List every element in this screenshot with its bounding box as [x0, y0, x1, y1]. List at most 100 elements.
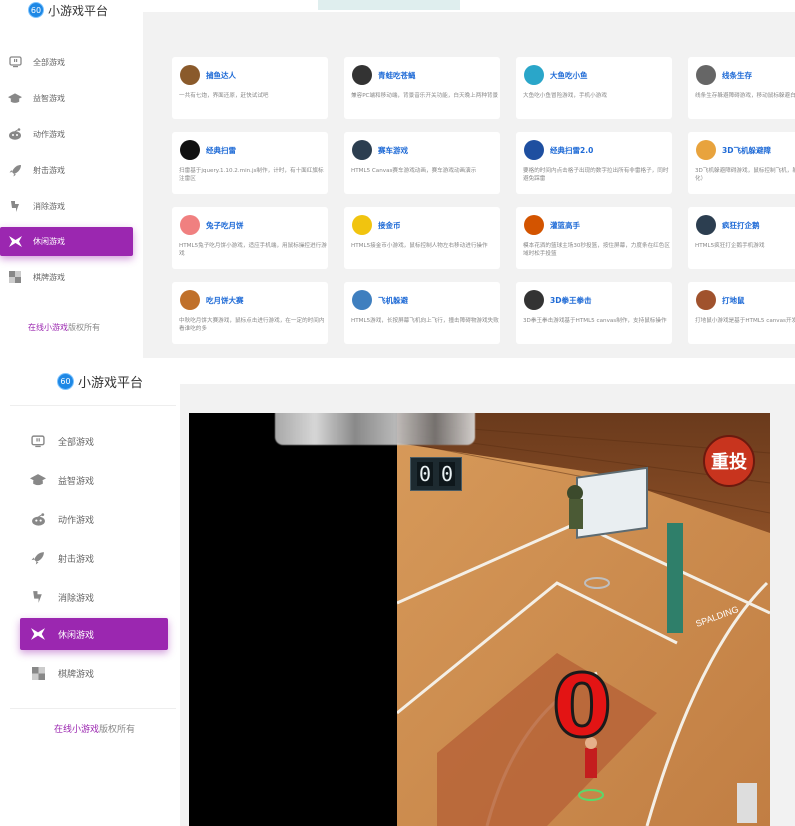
game-card[interactable]: 飞机躲避 HTML5游戏，长按屏幕飞机向上飞行，撞击障碍物游戏失败 — [344, 282, 500, 344]
game-card-title[interactable]: 线条生存 — [722, 70, 752, 81]
sidebar-item-action[interactable]: 动作游戏 — [0, 120, 133, 148]
scoreboard: 0 0 — [410, 457, 462, 491]
sidebar-item-cards[interactable]: 棋牌游戏 — [0, 263, 133, 291]
game-card[interactable]: 赛车游戏 HTML5 Canvas赛车游戏动画，赛车游戏动画演示 — [344, 132, 500, 194]
sidebar-item-label: 消除游戏 — [58, 593, 95, 604]
tv-icon — [30, 433, 46, 449]
game-canvas[interactable]: SPALDING 0 0 重投 0 — [189, 413, 770, 826]
game-card-title[interactable]: 接金币 — [378, 220, 401, 231]
sidebar-item-label: 棋牌游戏 — [33, 272, 65, 282]
rocket-icon — [30, 550, 46, 566]
game-card[interactable]: 捕鱼达人 一共有七炮，界面还原，赶快试试吧 — [172, 57, 328, 119]
game-card[interactable]: 疯狂打企鹅 HTML5疯狂打企鹅手机游戏 — [688, 207, 795, 269]
copyright: 在线小游戏版权所有 — [28, 322, 100, 333]
game-card-desc: HTML5接金币小游戏，鼠标控制人物左右移动进行操作 — [351, 243, 488, 249]
game-card[interactable]: 吃月饼大赛 中秋吃月饼大赛游戏，鼠标点击进行游戏，在一定的时间内看谁吃的多 — [172, 282, 328, 344]
site-logo[interactable]: 60 小游戏平台 — [28, 0, 108, 20]
game-card[interactable]: 接金币 HTML5接金币小游戏，鼠标控制人物左右移动进行操作 — [344, 207, 500, 269]
sidebar-item-shooting[interactable]: 射击游戏 — [20, 542, 168, 574]
game-card-desc: 线条生存躲避障碍游戏，移动鼠标躲避白点，获得积分 — [695, 93, 795, 99]
sidebar-item-label: 射击游戏 — [33, 165, 65, 175]
mole-icon — [696, 290, 716, 310]
site-name: 小游戏平台 — [78, 376, 144, 391]
rabbit-icon — [180, 215, 200, 235]
site-logo[interactable]: 60 小游戏平台 — [57, 372, 143, 391]
mooncake-icon — [180, 290, 200, 310]
game-card-title[interactable]: 大鱼吃小鱼 — [550, 70, 588, 81]
penguin-icon — [696, 215, 716, 235]
game-card[interactable]: 3D拳王拳击 3D拳王拳击游戏基于HTML5 canvas制作，支持鼠标操作 — [516, 282, 672, 344]
copyright-link[interactable]: 在线小游戏 — [28, 323, 68, 332]
car-icon — [352, 140, 372, 160]
logo-icon: 60 — [28, 2, 44, 18]
sidebar-item-casual[interactable]: 休闲游戏 — [20, 618, 168, 650]
game-card-desc: HTML5疯狂打企鹅手机游戏 — [695, 243, 765, 249]
bolt-icon — [8, 199, 22, 213]
game-card-title[interactable]: 灌篮高手 — [550, 220, 580, 231]
copyright-text: 版权所有 — [99, 725, 136, 735]
coin-icon — [352, 215, 372, 235]
sidebar-item-label: 棋牌游戏 — [58, 669, 95, 680]
game-card[interactable]: 灌篮高手 模本花洒的篮球主场30秒投篮，按住屏幕，力度条在红色区域时松手投篮 — [516, 207, 672, 269]
game-card-desc: 要格的时间内点击格子出现的数字拉出所有非雷格子，同时避免踩雷 — [523, 168, 669, 182]
sidebar-item-all[interactable]: 全部游戏 — [20, 425, 168, 457]
game-card[interactable]: 打地鼠打地鼠小游戏是基于HTML5 canvas开发的小游戏 — [688, 282, 795, 344]
score-digit: 0 — [439, 462, 456, 486]
game-card-title[interactable]: 青蛙吃苍蝇 — [378, 70, 416, 81]
sidebar-item-shooting[interactable]: 射击游戏 — [0, 156, 133, 184]
sidebar-item-label: 动作游戏 — [58, 515, 95, 526]
game-card-title[interactable]: 飞机躲避 — [378, 295, 408, 306]
game-card[interactable]: 线条生存线条生存躲避障碍游戏，移动鼠标躲避白点，获得积分 — [688, 57, 795, 119]
sidebar-item-casual[interactable]: 休闲游戏 — [0, 227, 133, 256]
game-play-screen: 60 小游戏平台 全部游戏 益智游戏 动作游戏 射击游戏 消除游戏 休闲游戏 棋… — [0, 358, 795, 826]
sidebar-item-match[interactable]: 消除游戏 — [20, 581, 168, 613]
shot-score: 0 — [551, 657, 614, 757]
game-card-title[interactable]: 疯狂打企鹅 — [722, 220, 760, 231]
game-card-desc: 兼容PC端和移动端，背景音乐开关功能，白天晚上两种背景 — [351, 93, 499, 99]
game-card-desc: 3D飞机躲避障碍游戏，鼠标控制飞机，躲避障碍（小型玩化） — [695, 168, 795, 182]
game-card-desc: 扫雷基于jquery.1.10.2.min.js制作，计时，有十面红旗标注雷区 — [179, 168, 324, 182]
score-digit: 0 — [416, 462, 433, 486]
game-card-title[interactable]: 赛车游戏 — [378, 145, 408, 156]
boxer-icon — [524, 290, 544, 310]
sidebar-item-all[interactable]: 全部游戏 — [0, 48, 133, 76]
game-card[interactable]: 兔子吃月饼 HTML5兔子吃月饼小游戏，适应手机端，用鼠标操控进行游戏 — [172, 207, 328, 269]
copyright: 在线小游戏版权所有 — [54, 722, 135, 735]
copyright-link[interactable]: 在线小游戏 — [54, 725, 99, 735]
sidebar-item-puzzle[interactable]: 益智游戏 — [0, 84, 133, 112]
game-card-title[interactable]: 3D拳王拳击 — [550, 295, 591, 306]
replay-button[interactable]: 重投 — [703, 435, 755, 487]
game-card[interactable]: 3D飞机躲避障 3D飞机躲避障碍游戏，鼠标控制飞机，躲避障碍（小型玩化） — [688, 132, 795, 194]
game-card-title[interactable]: 经典扫雷 — [206, 145, 236, 156]
game-card[interactable]: 大鱼吃小鱼 大鱼吃小鱼冒险游戏，手机小游戏 — [516, 57, 672, 119]
sidebar-item-action[interactable]: 动作游戏 — [20, 503, 168, 535]
game-card-title[interactable]: 吃月饼大赛 — [206, 295, 244, 306]
frog-icon — [352, 65, 372, 85]
sidebar-item-cards[interactable]: 棋牌游戏 — [20, 657, 168, 689]
sidebar-item-puzzle[interactable]: 益智游戏 — [20, 464, 168, 496]
game-card-title[interactable]: 3D飞机躲避障 — [722, 145, 771, 156]
logo-icon: 60 — [57, 373, 74, 390]
game-card[interactable]: 青蛙吃苍蝇兼容PC端和移动端，背景音乐开关功能，白天晚上两种背景 — [344, 57, 500, 119]
game-card-title[interactable]: 兔子吃月饼 — [206, 220, 244, 231]
site-name: 小游戏平台 — [48, 3, 109, 18]
sidebar-item-match[interactable]: 消除游戏 — [0, 192, 133, 220]
game-list-screen: 60 小游戏平台 全部游戏 益智游戏 动作游戏 射击游戏 消除游戏 休闲游戏 棋… — [0, 0, 795, 358]
bolt-icon — [30, 589, 46, 605]
graduation-cap-icon — [8, 91, 22, 105]
game-card[interactable]: 经典扫雷2.0 要格的时间内点击格子出现的数字拉出所有非雷格子，同时避免踩雷 — [516, 132, 672, 194]
game-card-desc: HTML5游戏，长按屏幕飞机向上飞行，撞击障碍物游戏失败 — [351, 318, 499, 324]
rocket-icon — [8, 163, 22, 177]
big-fish-icon — [524, 65, 544, 85]
divider — [10, 405, 176, 406]
game-card-title[interactable]: 经典扫雷2.0 — [550, 145, 593, 156]
basketball-icon — [524, 215, 544, 235]
plane-icon — [352, 290, 372, 310]
sidebar-item-label: 全部游戏 — [33, 57, 65, 67]
game-card-title[interactable]: 捕鱼达人 — [206, 70, 236, 81]
copyright-text: 版权所有 — [68, 323, 100, 332]
cards-icon — [30, 665, 46, 681]
sidebar-item-label: 休闲游戏 — [33, 237, 65, 246]
game-card[interactable]: 经典扫雷扫雷基于jquery.1.10.2.min.js制作，计时，有十面红旗标… — [172, 132, 328, 194]
game-card-title[interactable]: 打地鼠 — [722, 295, 745, 306]
